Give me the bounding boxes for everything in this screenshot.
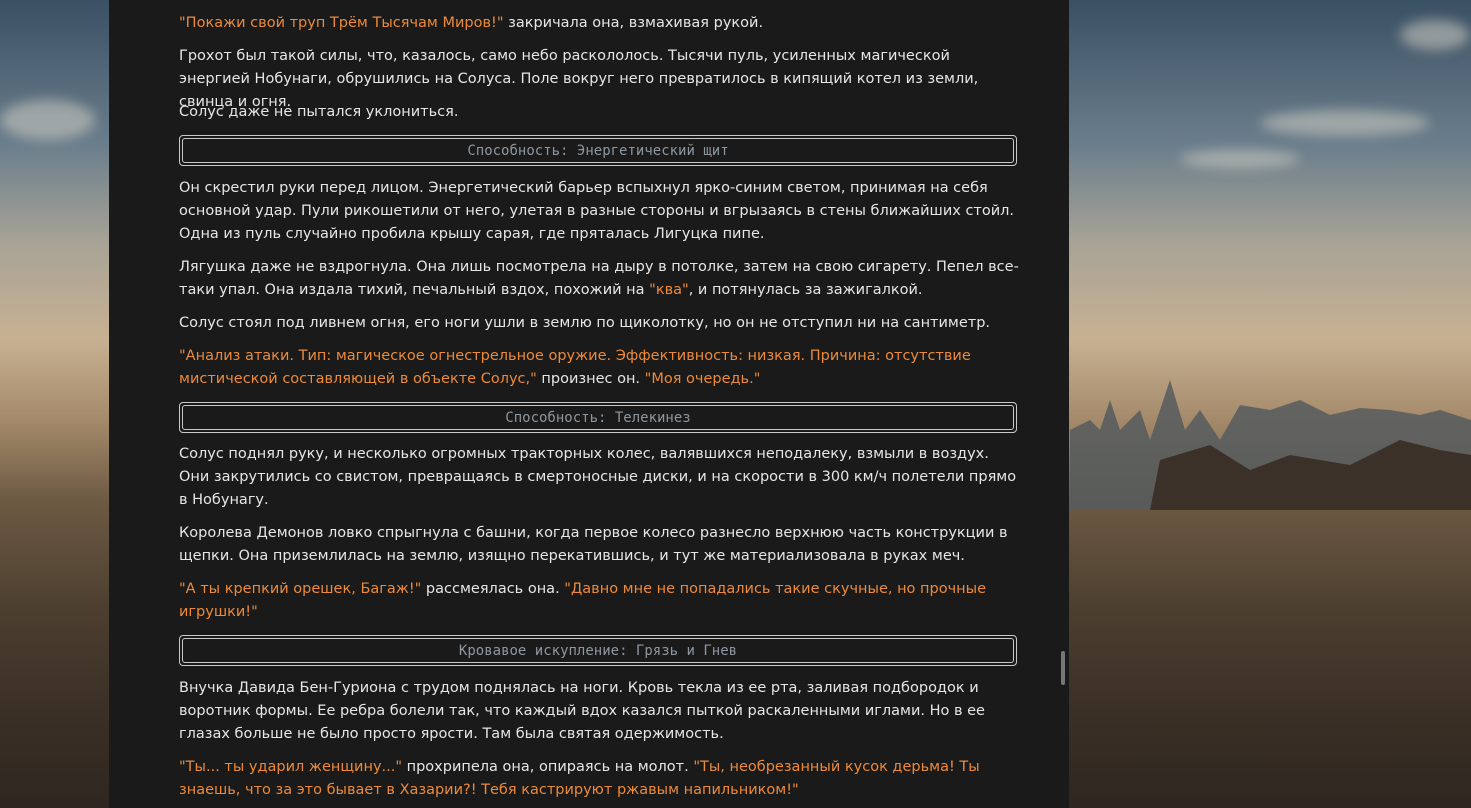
dialogue-quote: "ква" [649, 282, 689, 298]
ability-title: Способность: Телекинез [182, 405, 1014, 430]
cloud [1400, 20, 1470, 50]
narration-text: закричала она, взмахивая рукой. [503, 15, 764, 31]
ability-title: Способность: Энергетический щит [182, 138, 1014, 163]
scrollbar-thumb[interactable] [1061, 651, 1065, 685]
dialogue-quote: "Моя очередь." [644, 371, 761, 387]
narration-text: рассмеялась она. [421, 581, 565, 597]
story-paragraph: Внучка Давида Бен-Гуриона с трудом подня… [179, 680, 985, 742]
ability-box: Кровавое искупление: Грязь и Гнев [179, 635, 1017, 666]
ability-title: Кровавое искупление: Грязь и Гнев [182, 638, 1014, 663]
story-paragraph: Солус поднял руку, и несколько огромных … [179, 446, 1017, 508]
story-paragraph: "Покажи свой труп Трём Тысячам Миров!" з… [179, 12, 1019, 35]
ability-box: Способность: Телекинез [179, 402, 1017, 433]
story-paragraph: Он скрестил руки перед лицом. Энергетиче… [179, 180, 1015, 242]
story-paragraph: Солус даже не пытался уклониться. [179, 104, 459, 120]
story-paragraph: "А ты крепкий орешек, Багаж!" рассмеялас… [179, 578, 1019, 624]
cloud [1180, 150, 1300, 168]
story-paragraph: Лягушка даже не вздрогнула. Она лишь пос… [179, 256, 1019, 302]
ability-box: Способность: Энергетический щит [179, 135, 1017, 166]
story-paragraph: "Ты... ты ударил женщину..." прохрипела … [179, 756, 1019, 802]
story-paragraph: Солус стоял под ливнем огня, его ноги уш… [179, 315, 991, 331]
cloud [0, 100, 95, 140]
ruins-silhouette [1070, 380, 1471, 510]
narration-text: произнес он. [536, 371, 645, 387]
narration-text: прохрипела она, опираясь на молот. [402, 759, 694, 775]
story-panel: "Покажи свой труп Трём Тысячам Миров!" з… [109, 0, 1069, 808]
story-paragraph: "Анализ атаки. Тип: магическое огнестрел… [179, 345, 1019, 391]
cloud [1260, 110, 1430, 136]
narration-text: , и потянулась за зажигалкой. [688, 282, 923, 298]
dialogue-quote: "Покажи свой труп Трём Тысячам Миров!" [179, 15, 504, 31]
dialogue-quote: "Ты... ты ударил женщину..." [179, 759, 403, 775]
story-paragraph: Королева Демонов ловко спрыгнула с башни… [179, 525, 1008, 564]
dialogue-quote: "А ты крепкий орешек, Багаж!" [179, 581, 422, 597]
